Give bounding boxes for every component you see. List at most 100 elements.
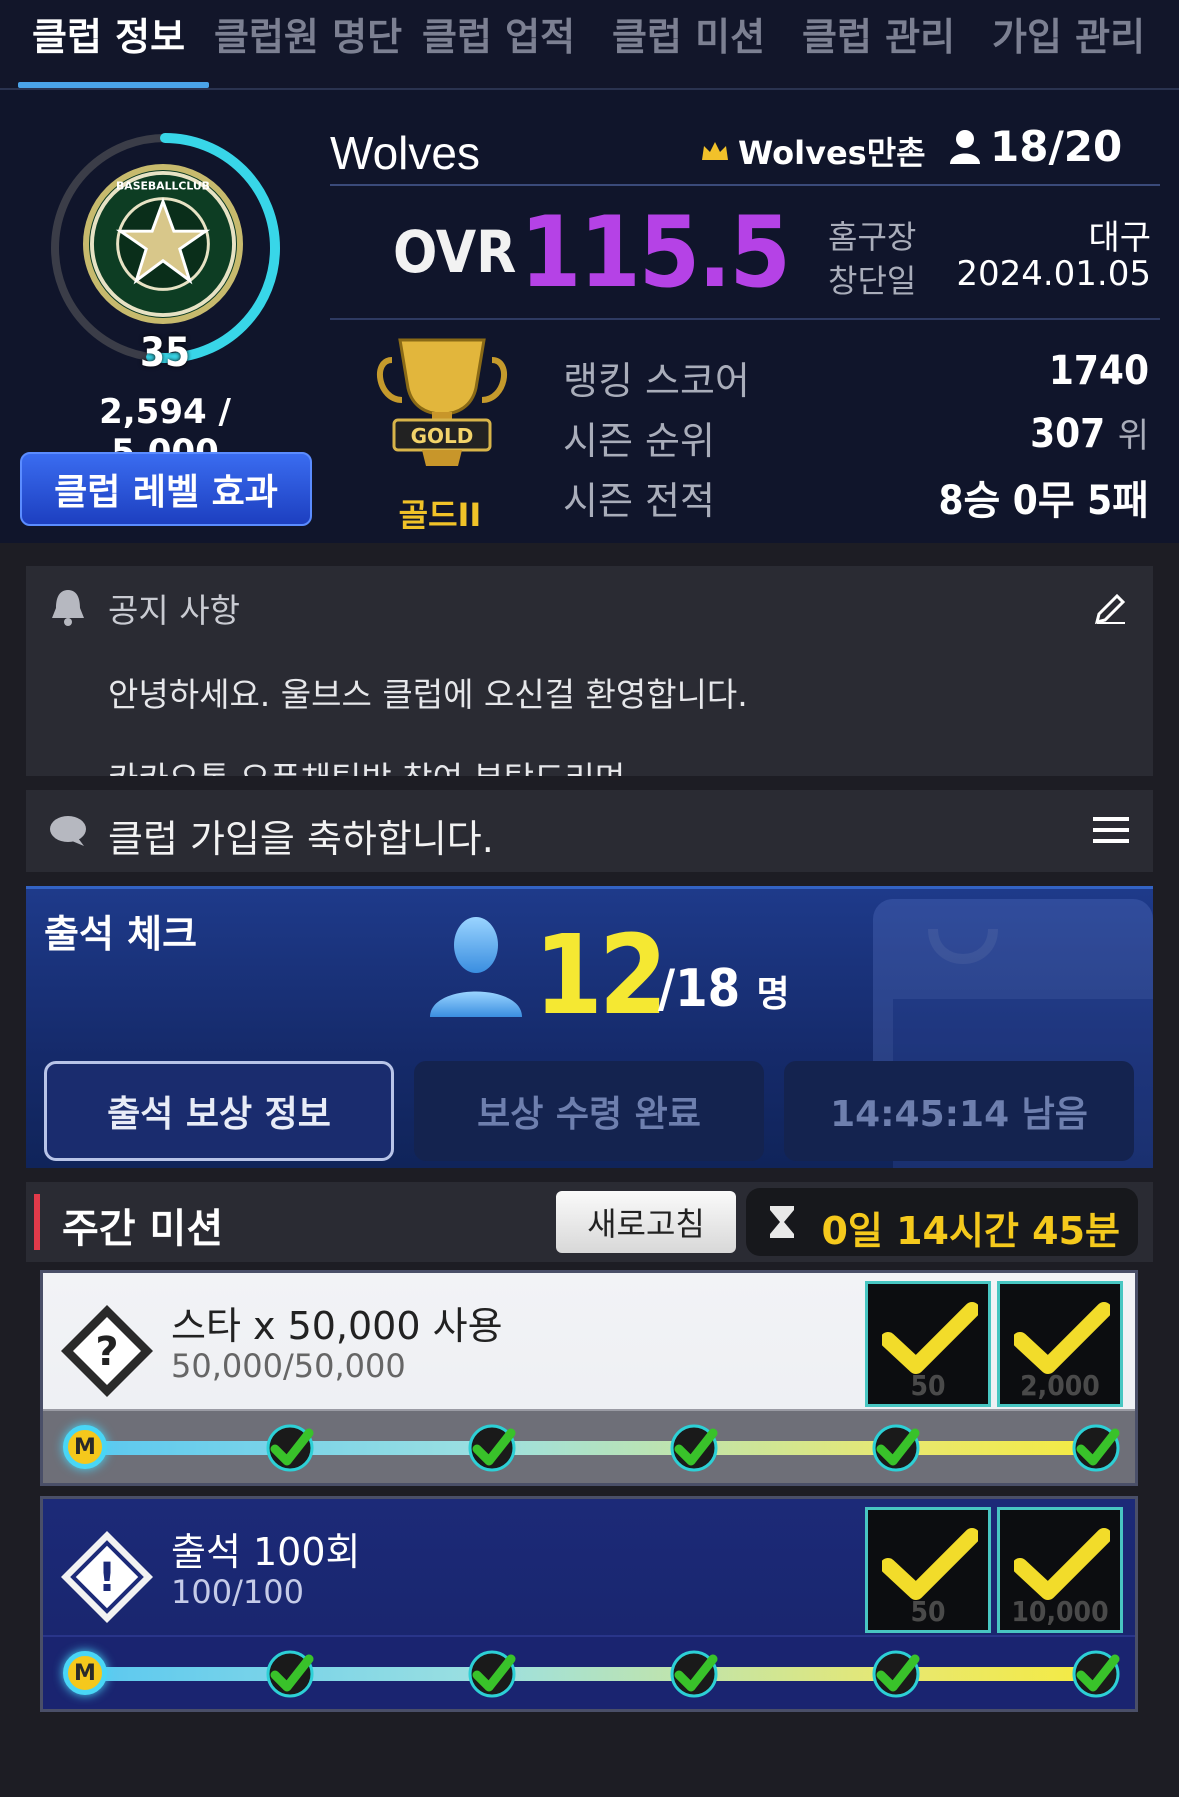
exclamation-icon: ! [61,1531,153,1623]
chat-latest-message: 클럽 가입을 축하합니다. [108,817,494,861]
mission-milestone-track: M [43,1635,1135,1709]
check-icon [882,1528,978,1600]
refresh-button[interactable]: 새로고침 [556,1191,736,1253]
attendance-panel: 출석 체크 12 /18 명 출석 보상 정보 보상 수령 완료 14:45:1… [26,886,1153,1168]
milestone-progress-line [83,1441,1103,1455]
attendance-count: 12 [534,911,668,1039]
member-count: 18/20 [948,122,1122,171]
check-icon [882,1302,978,1374]
tab-bar: 클럽 정보 클럽원 명단 클럽 업적 클럽 미션 클럽 관리 가입 관리 [0,0,1179,90]
notice-line: 안녕하세요. 울브스 클럽에 오신걸 환영합니다. [108,675,748,714]
season-rank-unit: 위 [1117,416,1149,456]
mission-card[interactable]: ? 스타 x 50,000 사용 50,000/50,000 50 2,000 … [40,1270,1138,1486]
home-label: 홈구장 [828,218,917,256]
milestone-progress-line [83,1667,1103,1681]
notice-title: 공지 사항 [108,591,240,630]
milestone-check-icon [670,1650,718,1698]
attendance-reward-info-button[interactable]: 출석 보상 정보 [44,1061,394,1161]
mission-title: 스타 x 50,000 사용 [171,1304,503,1348]
mission-milestone-track: M [43,1409,1135,1483]
edit-icon[interactable] [1093,588,1129,624]
attendance-unit: 명 [756,974,790,1015]
season-record-value: 8승 0무 5패 [938,478,1149,524]
mission-progress: 100/100 [171,1573,304,1611]
weekly-timer: 0일 14시간 45분 [746,1188,1138,1256]
reward-amount: 2,000 [1020,1369,1100,1402]
check-icon [1014,1302,1110,1374]
mission-title: 출석 100회 [171,1530,361,1574]
reward-amount: 50 [910,1369,946,1402]
reward-amount: 50 [910,1595,946,1628]
hamburger-menu-icon[interactable] [1091,814,1131,846]
weekly-mission-title: 주간 미션 [62,1206,224,1252]
reward-amount: 10,000 [1011,1595,1109,1628]
milestone-check-icon [266,1424,314,1472]
milestone-check-icon [468,1650,516,1698]
attendance-title: 출석 체크 [44,912,198,956]
milestone-check-icon [1072,1650,1120,1698]
divider [330,184,1160,186]
club-name: Wolves [330,127,480,179]
milestone-m-node: M [63,1651,107,1695]
section-marker [34,1194,40,1250]
season-rank-value: 307 [1030,411,1106,457]
tab-member-list[interactable]: 클럽원 명단 [214,6,402,61]
mission-progress: 50,000/50,000 [171,1347,406,1385]
check-icon [1014,1528,1110,1600]
ovr-value: 115.5 [520,196,791,310]
attendance-total: /18 명 [658,959,790,1019]
tab-missions[interactable]: 클럽 미션 [612,6,765,61]
person-silhouette-icon [430,917,522,1017]
tab-management[interactable]: 클럽 관리 [802,6,955,61]
founded-value: 2024.01.05 [956,254,1151,294]
baseball-club-emblem: BASEBALLCLUB [83,164,243,324]
tier-label: 골드II [398,496,482,534]
milestone-check-icon [872,1650,920,1698]
attendance-total-value: /18 [658,959,741,1019]
club-master-name: Wolves만촌 [738,134,926,172]
milestone-check-icon [1072,1424,1120,1472]
notice-body: 안녕하세요. 울브스 클럽에 오신걸 환영합니다. 카카오톡 오픈채팅방 참여 … [108,632,748,776]
notice-line: 카카오톡 오픈채팅방 참여 부탁드리며, [108,758,748,776]
hourglass-icon [770,1206,794,1238]
ranking-score-label: 랭킹 스코어 [563,359,750,403]
tab-club-info[interactable]: 클럽 정보 [32,6,185,61]
milestone-check-icon [468,1424,516,1472]
reward-slot[interactable]: 50 [865,1281,991,1407]
tier-badge-text: GOLD [411,424,474,448]
star-emblem-icon: BASEBALLCLUB [89,170,237,318]
member-count-value: 18/20 [990,122,1123,171]
reward-slot[interactable]: 10,000 [997,1507,1123,1633]
milestone-m-node: M [63,1425,107,1469]
reward-slot[interactable]: 50 [865,1507,991,1633]
reward-claimed-button[interactable]: 보상 수령 완료 [414,1061,764,1161]
milestone-check-icon [872,1424,920,1472]
tab-achievements[interactable]: 클럽 업적 [422,6,575,61]
milestone-check-icon [266,1650,314,1698]
mission-card[interactable]: ! 출석 100회 100/100 50 10,000 M [40,1496,1138,1712]
reward-slot[interactable]: 2,000 [997,1281,1123,1407]
gold-trophy-icon[interactable]: GOLD [372,330,512,470]
season-record-label: 시즌 전적 [563,479,715,523]
club-info-screen: 클럽 정보 클럽원 명단 클럽 업적 클럽 미션 클럽 관리 가입 관리 BAS… [0,0,1179,1797]
club-level-effect-button[interactable]: 클럽 레벨 효과 [20,452,312,526]
weekly-mission-header: 주간 미션 새로고침 0일 14시간 45분 [26,1182,1153,1262]
crown-icon [702,142,728,160]
emblem-text: BASEBALLCLUB [116,180,210,193]
question-icon: ? [61,1305,153,1397]
tab-join-management[interactable]: 가입 관리 [992,6,1145,61]
home-value: 대구 [1088,218,1151,258]
ovr-label: OVR [393,218,517,286]
active-tab-indicator [18,82,209,88]
ranking-score-value: 1740 [1048,348,1149,394]
club-master: Wolves만촌 [700,128,926,174]
notice-panel[interactable]: 공지 사항 안녕하세요. 울브스 클럽에 오신걸 환영합니다. 카카오톡 오픈채… [26,566,1153,776]
founded-label: 창단일 [828,262,917,300]
club-level: 35 [139,330,191,376]
divider [330,318,1160,320]
chat-bubble-icon [50,816,86,846]
svg-text:!: ! [98,1555,116,1601]
club-chat-bar[interactable]: 클럽 가입을 축하합니다. [26,790,1153,872]
weekly-timer-value: 0일 14시간 45분 [821,1209,1120,1253]
svg-text:?: ? [95,1329,118,1375]
